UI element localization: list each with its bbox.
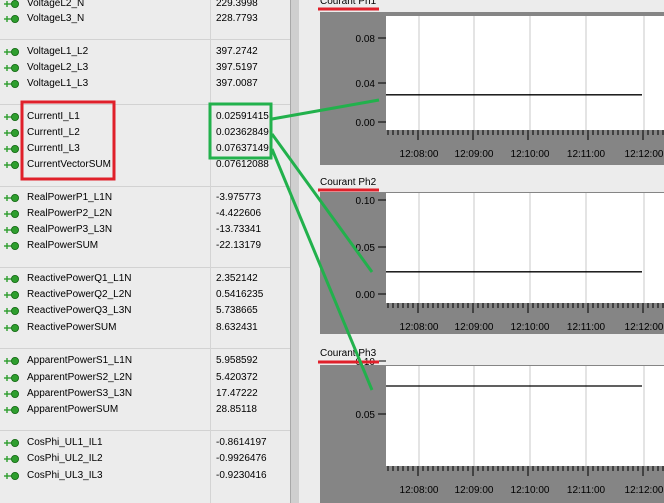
x-tick-label: 12:08:00	[400, 149, 439, 160]
highlight-box-current-names	[20, 100, 116, 181]
chart-plot-area	[386, 193, 664, 303]
y-tick-label: 0.00	[356, 118, 376, 129]
y-tick-label: 0.00	[356, 290, 376, 301]
x-tick-label: 12:09:00	[455, 485, 494, 496]
chart-plot-area	[386, 16, 664, 130]
x-tick-label: 12:10:00	[511, 485, 550, 496]
chart-overlay: 0.08 0.04 0.00 12:08:00 12:09:00 12:10:00 12:1…	[20, 7, 664, 503]
x-tick-label: 12:10:00	[511, 149, 550, 160]
chart-1: 0.08 0.04 0.00 12:08:00 12:09:00 12:10:00 12:1…	[318, 7, 664, 165]
x-tick-label: 12:08:00	[400, 485, 439, 496]
y-tick-label: 0.04	[356, 79, 376, 90]
x-tick-label: 12:08:00	[400, 322, 439, 333]
x-tick-label: 12:12:00	[625, 485, 664, 496]
highlight-box-current-values	[208, 102, 273, 160]
chart-3: 0.100.0512:08:0012:09:0012:10:0012:11:00…	[318, 357, 664, 503]
y-tick-label: 0.10	[356, 196, 376, 207]
chart-plot-area	[386, 366, 664, 466]
x-tick-label: 12:12:00	[625, 149, 664, 160]
x-tick-label: 12:11:00	[567, 485, 606, 496]
x-tick-label: 12:11:00	[567, 322, 606, 333]
chart-2: 0.100.050.0012:08:00 12:09:00 12:10:00 12:1…	[318, 188, 664, 334]
y-tick-label: 0.05	[356, 410, 376, 421]
y-tick-label: 0.08	[356, 34, 376, 45]
x-tick-label: 12:10:00	[511, 322, 550, 333]
x-tick-label: 12:09:00	[455, 322, 494, 333]
x-tick-label: 12:12:00	[625, 322, 664, 333]
x-tick-label: 12:09:00	[455, 149, 494, 160]
x-tick-label: 12:11:00	[567, 149, 606, 160]
